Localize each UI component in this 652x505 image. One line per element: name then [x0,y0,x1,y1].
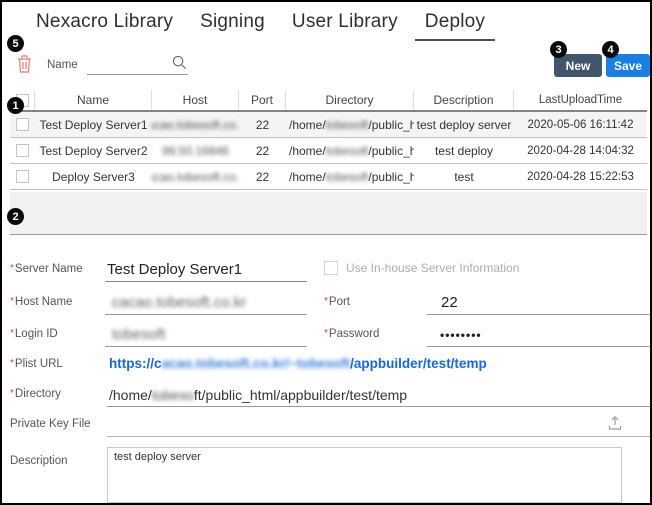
inhouse-checkbox[interactable] [324,261,338,275]
tab-deploy[interactable]: Deploy [415,9,495,41]
form-row-private-key: Private Key File [2,413,652,439]
server-name-label: *Server Name [10,263,83,275]
callout-1: 1 [7,97,24,114]
form-row-server-name: *Server Name Use In-house Server Informa… [2,258,652,284]
port-input[interactable] [427,291,650,315]
callout-3: 3 [550,41,567,58]
row-checkbox[interactable] [16,144,29,157]
callout-4: 4 [602,41,619,58]
directory-label: *Directory [10,388,61,400]
search-name-label: Name [47,59,78,71]
tab-user-library[interactable]: User Library [292,9,398,41]
cell-description: test deploy [414,138,514,163]
tab-bar: Nexacro Library Signing User Library Dep… [36,9,485,41]
col-header-lastuploadtime: LastUploadTime [514,90,647,110]
form-row-host-port: *Host Name cacao.tobesoft.co.kr *Port [2,291,652,317]
form-row-directory: *Directory /home/tobesoft/public_html/ap… [2,383,652,409]
row-checkbox[interactable] [16,170,29,183]
delete-button[interactable] [15,54,33,75]
password-label: *Password [324,328,379,340]
login-id-label: *Login ID [10,328,58,340]
port-label: *Port [324,296,350,308]
form-row-description: Description test deploy server [2,445,652,505]
inhouse-checkbox-label: Use In-house Server Information [346,261,519,275]
cell-host: cacao.tobesoft.co.kr [152,112,239,137]
col-header-name: Name [35,90,152,110]
cell-description: test [414,164,514,189]
tab-signing[interactable]: Signing [200,9,265,41]
deploy-server-table: Name Host Port Directory Description Las… [10,90,647,190]
cell-lastuploadtime: 2020-05-06 16:11:42 [514,112,647,137]
cell-name: Test Deploy Server1 [35,112,152,137]
col-header-directory: Directory [286,90,414,110]
search-field [87,52,188,75]
table-row[interactable]: Test Deploy Server2 99.50.16846 22 /home… [10,138,647,164]
password-input[interactable] [427,323,650,347]
col-header-host: Host [152,90,239,110]
cell-lastuploadtime: 2020-04-28 14:04:32 [514,138,647,163]
private-key-label: Private Key File [10,418,91,430]
row-checkbox[interactable] [16,118,29,131]
plist-url-link[interactable]: https://cacao.tobesoft.co.kr/~tobesoft/a… [109,356,487,371]
server-name-input[interactable] [105,258,307,282]
cell-host: 99.50.16846 [152,138,239,163]
plist-url-label: *Plist URL [10,358,63,370]
form-row-login-password: *Login ID tobesoft *Password [2,323,652,349]
table-row[interactable]: Test Deploy Server1 cacao.tobesoft.co.kr… [10,112,647,138]
cell-host: cacao.tobesoft.co.kr [152,164,239,189]
cell-port: 22 [239,138,286,163]
table-row[interactable]: Deploy Server3 cacao.tobesoft.co.kr 22 /… [10,164,647,190]
trash-icon [16,62,33,77]
host-name-label: *Host Name [10,296,72,308]
search-input[interactable] [87,52,169,73]
description-label: Description [10,455,68,467]
cell-name: Deploy Server3 [35,164,152,189]
callout-2: 2 [7,208,24,225]
deploy-settings-window: Nexacro Library Signing User Library Dep… [0,0,652,505]
cell-directory: /home/tobesoft/public_ht [286,112,414,137]
cell-name: Test Deploy Server2 [35,138,152,163]
cell-port: 22 [239,112,286,137]
cell-directory: /home/tobesoft/public_ht [286,138,414,163]
cell-port: 22 [239,164,286,189]
cell-directory: /home/tobesoft/public_ht [286,164,414,189]
form-row-plist-url: *Plist URL https://cacao.tobesoft.co.kr/… [2,353,652,379]
inhouse-checkbox-field: Use In-house Server Information [324,261,519,275]
table-empty-area [10,192,647,235]
cell-lastuploadtime: 2020-04-28 15:22:53 [514,164,647,189]
col-header-description: Description [414,90,514,110]
cell-description: test deploy server [414,112,514,137]
private-key-input[interactable] [107,413,650,437]
col-header-port: Port [239,90,286,110]
table-header-row: Name Host Port Directory Description Las… [10,90,647,112]
host-name-input[interactable]: cacao.tobesoft.co.kr [105,291,307,315]
directory-input[interactable]: /home/tobesoft/public_html/appbuilder/te… [107,383,650,407]
upload-file-button[interactable] [605,414,625,434]
search-icon[interactable] [172,55,187,75]
upload-icon [607,419,623,434]
login-id-input[interactable]: tobesoft [105,323,307,347]
description-textarea[interactable]: test deploy server [107,447,622,503]
callout-5: 5 [7,35,24,52]
tab-nexacro-library[interactable]: Nexacro Library [36,9,173,41]
